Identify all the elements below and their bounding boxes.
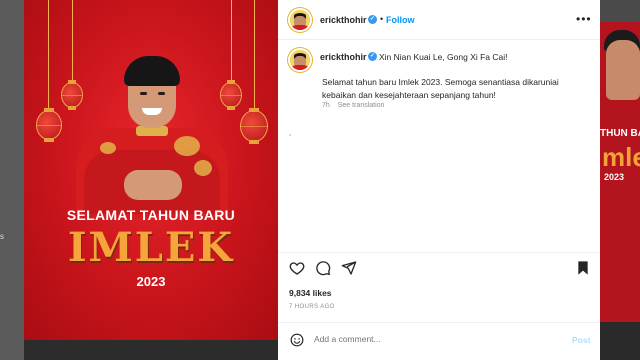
- post-comment-button[interactable]: Post: [572, 335, 590, 345]
- header-username[interactable]: erickthohir: [320, 15, 367, 25]
- background-thumb-title: mlek: [602, 142, 640, 172]
- background-bottom-strip: [24, 340, 278, 360]
- separator-dot: •: [380, 14, 384, 24]
- see-translation-link[interactable]: See translation: [338, 102, 385, 109]
- background-right-strip: THUN BARU mlek 2023: [600, 0, 640, 360]
- caption-avatar[interactable]: [288, 48, 312, 72]
- background-thumb-text: THUN BARU: [600, 128, 640, 139]
- caption-text: Selamat tahun baru Imlek 2023. Semoga se…: [322, 77, 559, 100]
- share-icon[interactable]: [341, 260, 357, 276]
- smiley-icon[interactable]: [290, 333, 304, 347]
- verified-badge-icon: ✓: [368, 15, 377, 24]
- follow-button[interactable]: Follow: [386, 15, 415, 25]
- caption-meta: 7h See translation: [322, 102, 384, 109]
- more-horizontal-icon[interactable]: •••: [576, 12, 592, 26]
- heart-icon[interactable]: [289, 260, 305, 276]
- background-left-strip: s: [0, 0, 24, 360]
- post-time: 7h: [322, 102, 330, 109]
- caption-username[interactable]: erickthohir: [320, 52, 367, 62]
- post-image[interactable]: SELAMAT TAHUN BARU IMLEK 2023: [24, 0, 278, 340]
- greeting-title: IMLEK: [67, 224, 235, 271]
- background-left-text: s: [0, 232, 4, 241]
- greeting-line-1: SELAMAT TAHUN BARU: [66, 207, 236, 223]
- loading-dot: [289, 134, 291, 136]
- posted-time: 7 HOURS AGO: [289, 304, 335, 310]
- greeting-year: 2023: [136, 274, 166, 289]
- likes-count[interactable]: 9,834 likes: [289, 288, 332, 298]
- header-avatar[interactable]: [288, 8, 312, 32]
- verified-badge-icon: ✓: [368, 52, 377, 61]
- caption-title: Xin Nian Kuai Le, Gong Xi Fa Cai!: [379, 52, 508, 62]
- background-thumb-year: 2023: [604, 172, 625, 182]
- comment-icon[interactable]: [315, 260, 331, 276]
- comment-input[interactable]: [314, 334, 554, 344]
- person-illustration: [24, 0, 278, 340]
- bookmark-icon[interactable]: [575, 260, 591, 276]
